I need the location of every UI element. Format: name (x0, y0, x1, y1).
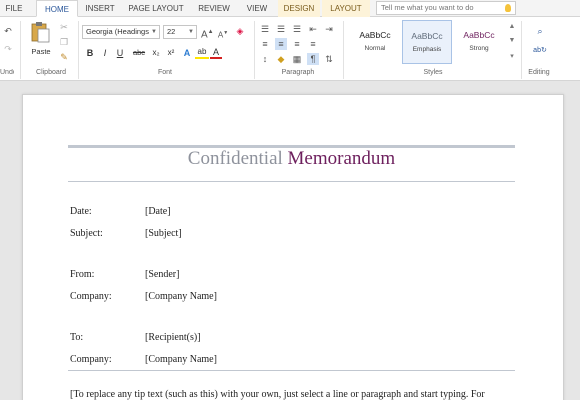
line-spacing-icon[interactable]: ↕ (259, 53, 271, 65)
strikethrough-button[interactable]: abc (131, 47, 147, 59)
format-painter-icon[interactable]: ✎ (58, 51, 70, 63)
undo-group-label: Undo (0, 69, 14, 76)
field-label-date: Date: (70, 206, 92, 217)
clear-formatting-icon[interactable]: ◈ (233, 25, 247, 37)
field-value-date[interactable]: [Date] (145, 206, 171, 217)
tell-me-search[interactable]: Tell me what you want to do (376, 1, 516, 15)
multilevel-list-icon[interactable]: ☰ (291, 23, 303, 35)
field-label-from: From: (70, 269, 95, 280)
tab-design[interactable]: DESIGN (278, 0, 320, 17)
title-part-confidential: Confidential (187, 148, 283, 169)
borders-icon[interactable]: ▦ (291, 53, 303, 65)
tell-me-placeholder: Tell me what you want to do (381, 3, 474, 12)
decrease-indent-icon[interactable]: ⇤ (307, 23, 319, 35)
styles-scroll-down-icon[interactable]: ▼ (507, 35, 517, 47)
increase-indent-icon[interactable]: ⇥ (323, 23, 335, 35)
cut-icon[interactable]: ✂ (58, 21, 70, 33)
title-part-memorandum: Memorandum (287, 148, 396, 169)
font-name-select[interactable]: Georgia (Headings ▼ (82, 25, 160, 39)
replace-icon[interactable]: ab↻ (533, 45, 547, 57)
style-normal[interactable]: AaBbCc Normal (350, 20, 400, 64)
paste-button[interactable]: Paste (28, 21, 52, 61)
shading-icon[interactable]: ◆ (275, 53, 287, 65)
field-value-sender[interactable]: [Sender] (145, 269, 179, 280)
document-workspace: Confidential Memorandum Date: [Date] Sub… (0, 82, 580, 400)
styles-more-icon[interactable]: ▾ (507, 51, 517, 63)
superscript-button[interactable]: x² (165, 47, 177, 59)
header-bottom-rule (68, 370, 515, 371)
copy-icon[interactable]: ❐ (58, 36, 70, 48)
style-sample: AaBbCc (463, 30, 495, 40)
style-sample: AaBbCc (359, 30, 391, 40)
align-right-icon[interactable]: ≡ (291, 38, 303, 50)
font-size-select[interactable]: 22 ▼ (163, 25, 197, 39)
align-center-icon[interactable]: ≡ (275, 38, 287, 50)
field-value-company-2[interactable]: [Company Name] (145, 354, 217, 365)
font-name-value: Georgia (Headings (86, 27, 149, 36)
tab-home[interactable]: HOME (36, 0, 78, 17)
separator (343, 21, 344, 79)
style-name: Normal (364, 45, 386, 52)
separator (254, 21, 255, 79)
field-label-company: Company: (70, 291, 112, 302)
lightbulb-icon (505, 4, 511, 12)
paste-icon (31, 22, 50, 43)
clipboard-group-label: Clipboard (36, 69, 66, 76)
justify-icon[interactable]: ≡ (307, 38, 319, 50)
chevron-down-icon: ▼ (188, 29, 194, 35)
document-page[interactable]: Confidential Memorandum Date: [Date] Sub… (22, 94, 564, 400)
grow-font-button[interactable]: A▲ (201, 26, 214, 41)
separator (78, 21, 79, 79)
bold-button[interactable]: B (84, 47, 96, 59)
sort-icon[interactable]: ⇅ (323, 53, 335, 65)
tab-layout[interactable]: LAYOUT (322, 0, 370, 17)
italic-button[interactable]: I (99, 47, 111, 59)
field-value-recipients[interactable]: [Recipient(s)] (145, 332, 201, 343)
tab-view[interactable]: VIEW (240, 0, 274, 17)
underline-button[interactable]: U (114, 47, 126, 59)
title-bottom-rule (68, 181, 515, 182)
font-color-button[interactable]: A (210, 47, 222, 59)
redo-icon[interactable]: ↷ (2, 43, 14, 55)
numbering-icon[interactable]: ☰ (275, 23, 287, 35)
style-name: Emphasis (412, 46, 442, 53)
tab-review[interactable]: REVIEW (192, 0, 236, 17)
text-effects-button[interactable]: A (181, 47, 193, 59)
separator (521, 21, 522, 79)
field-label-company-2: Company: (70, 354, 112, 365)
show-formatting-icon[interactable]: ¶ (307, 53, 319, 65)
field-label-subject: Subject: (70, 228, 103, 239)
tab-insert[interactable]: INSERT (80, 0, 120, 17)
font-size-value: 22 (167, 27, 176, 36)
align-left-icon[interactable]: ≡ (259, 38, 271, 50)
grow-font-icon: A (201, 29, 208, 41)
separator (20, 21, 21, 79)
style-name: Strong (469, 45, 489, 52)
tip-paragraph[interactable]: [To replace any tip text (such as this) … (70, 389, 530, 400)
tab-file[interactable]: FILE (0, 0, 28, 17)
ribbon-tabs: FILE HOME INSERT PAGE LAYOUT REVIEW VIEW… (0, 0, 580, 17)
chevron-down-icon: ▼ (151, 29, 157, 35)
ribbon: ↶ ↷ Undo Paste ✂ ❐ ✎ Clipboard Georgia (… (0, 17, 580, 81)
style-emphasis[interactable]: AaBbCc Emphasis (402, 20, 452, 64)
field-label-to: To: (70, 332, 84, 343)
styles-scroll-up-icon[interactable]: ▲ (507, 21, 517, 33)
field-value-subject[interactable]: [Subject] (145, 228, 182, 239)
tab-page-layout[interactable]: PAGE LAYOUT (124, 0, 188, 17)
bullets-icon[interactable]: ☰ (259, 23, 271, 35)
paragraph-group-label: Paragraph (281, 69, 315, 76)
highlight-button[interactable]: ab (195, 47, 209, 59)
styles-group-label: Styles (423, 69, 443, 76)
memo-title[interactable]: Confidential Memorandum (68, 147, 515, 171)
font-group-label: Font (157, 69, 172, 76)
style-sample: AaBbCc (411, 31, 443, 41)
field-value-company[interactable]: [Company Name] (145, 291, 217, 302)
undo-icon[interactable]: ↶ (2, 25, 14, 37)
style-strong[interactable]: AaBbCc Strong (454, 20, 504, 64)
paste-label: Paste (31, 47, 51, 56)
subscript-button[interactable]: x₂ (150, 47, 162, 59)
editing-group-label: Editing (528, 69, 550, 76)
shrink-font-button[interactable]: A▼ (217, 27, 229, 42)
find-icon[interactable]: ⌕ (533, 25, 547, 37)
